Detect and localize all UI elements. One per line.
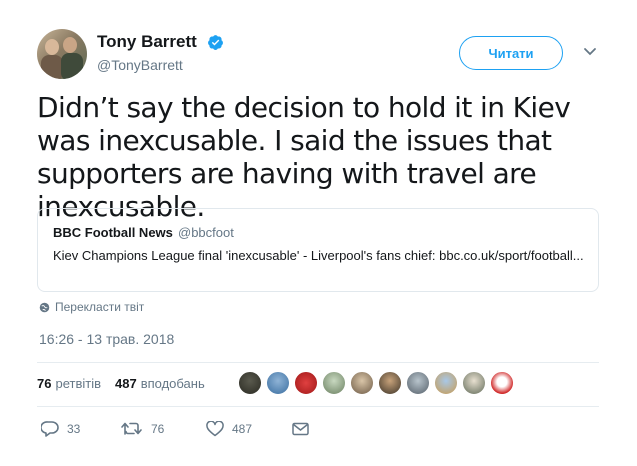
- retweet-icon[interactable]: [121, 421, 143, 436]
- verified-badge-icon: [208, 35, 223, 50]
- like-stat-count: 487: [115, 376, 137, 391]
- reply-action[interactable]: 33: [41, 420, 121, 437]
- liker-avatar[interactable]: [294, 371, 318, 395]
- heart-icon[interactable]: [206, 420, 224, 437]
- quoted-author-handle: @bbcfoot: [178, 225, 234, 240]
- chevron-down-icon[interactable]: [583, 46, 597, 58]
- tweet-stats: 76 ретвітів 487 вподобань: [37, 376, 219, 391]
- direct-message-action[interactable]: [292, 422, 317, 436]
- retweet-action[interactable]: 76: [121, 421, 206, 436]
- liker-avatar[interactable]: [406, 371, 430, 395]
- likers-avatars: [238, 371, 518, 395]
- translate-label[interactable]: Перекласти твіт: [55, 300, 144, 314]
- follow-button[interactable]: Читати: [459, 36, 563, 70]
- quoted-author-name: BBC Football News: [53, 225, 173, 240]
- retweet-stat[interactable]: 76 ретвітів: [37, 376, 101, 391]
- tweet-text: Didn’t say the decision to hold it in Ki…: [37, 91, 571, 223]
- translate-link[interactable]: Перекласти твіт: [39, 300, 144, 314]
- envelope-icon[interactable]: [292, 422, 309, 436]
- avatar[interactable]: [37, 29, 87, 79]
- author-name[interactable]: Tony Barrett: [97, 32, 197, 52]
- reply-icon[interactable]: [41, 420, 59, 437]
- retweet-stat-count: 76: [37, 376, 52, 391]
- author-handle[interactable]: @TonyBarrett: [97, 57, 183, 73]
- liker-avatar[interactable]: [266, 371, 290, 395]
- like-count: 487: [232, 421, 253, 436]
- retweet-stat-label: ретвітів: [55, 376, 101, 391]
- retweet-count: 76: [151, 421, 165, 436]
- globe-icon: [39, 302, 50, 312]
- liker-avatar[interactable]: [490, 371, 514, 395]
- liker-avatar[interactable]: [378, 371, 402, 395]
- liker-avatar[interactable]: [462, 371, 486, 395]
- quoted-tweet-card[interactable]: BBC Football News @bbcfoot Kiev Champion…: [37, 208, 599, 292]
- like-stat[interactable]: 487 вподобань: [115, 376, 205, 391]
- liker-avatar[interactable]: [322, 371, 346, 395]
- like-action[interactable]: 487: [206, 420, 292, 437]
- tweet-actions: 33 76 487: [41, 420, 317, 437]
- liker-avatar[interactable]: [238, 371, 262, 395]
- quoted-tweet-text: Kiev Champions League final 'inexcusable…: [53, 248, 584, 263]
- liker-avatar[interactable]: [434, 371, 458, 395]
- divider: [37, 362, 599, 363]
- tweet-timestamp[interactable]: 16:26 - 13 трав. 2018: [39, 331, 174, 347]
- reply-count: 33: [67, 421, 81, 436]
- divider: [37, 406, 599, 407]
- liker-avatar[interactable]: [350, 371, 374, 395]
- like-stat-label: вподобань: [140, 376, 205, 391]
